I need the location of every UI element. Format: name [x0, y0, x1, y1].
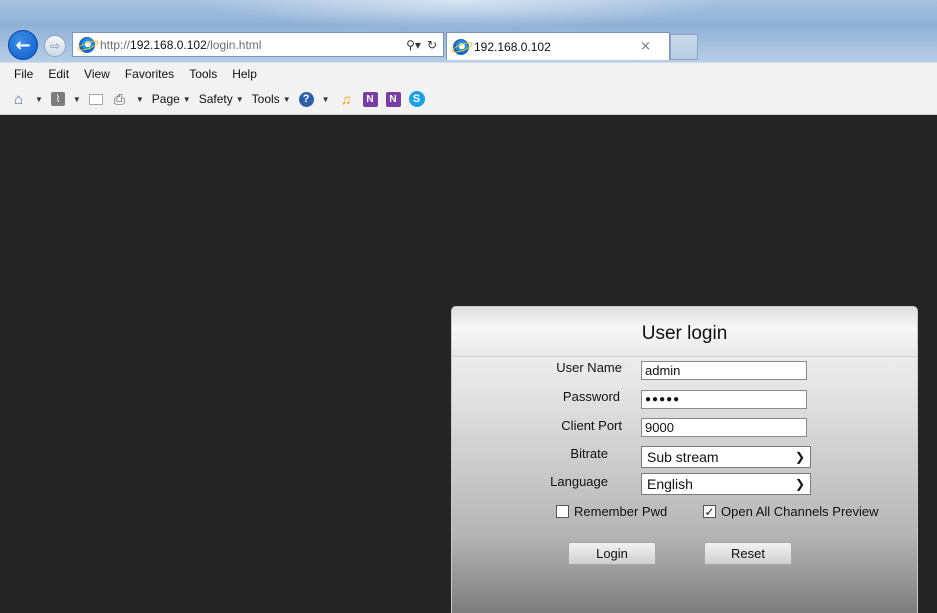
client-port-label: Client Port	[561, 418, 622, 433]
send-to-onenote-icon[interactable]: ♫	[338, 91, 355, 108]
open-all-channels-option[interactable]: ✓ Open All Channels Preview	[703, 504, 879, 519]
help-dropdown-icon[interactable]: ▼	[322, 95, 330, 104]
menu-edit[interactable]: Edit	[48, 67, 69, 81]
menu-favorites[interactable]: Favorites	[125, 67, 174, 81]
username-field[interactable]: admin	[641, 361, 807, 380]
tab-title: 192.168.0.102	[474, 39, 551, 54]
search-icon[interactable]: ⚲▾	[406, 38, 421, 52]
login-header: User login	[452, 307, 917, 357]
remember-pwd-option[interactable]: Remember Pwd	[556, 504, 667, 519]
chevron-down-icon: ▼	[235, 94, 244, 104]
password-label: Password	[562, 389, 620, 404]
tab-close-icon[interactable]: ×	[640, 39, 651, 54]
home-icon[interactable]: ⌂	[10, 91, 27, 108]
command-bar: ⌂ ▼ ⌇ ▼ ⎙ ▼ Page ▼ Safety ▼ Tools ▼ ? ▼ ♫ N…	[0, 84, 937, 115]
login-panel: User login User Name admin Password ●●●●…	[451, 306, 918, 613]
login-title: User login	[641, 323, 728, 344]
bitrate-select[interactable]: Sub stream ❯	[641, 446, 811, 468]
browser-title-bar: ← ⇨ http://192.168.0.102/login.html ⚲▾ ↻…	[0, 0, 937, 62]
tab-favicon-icon	[453, 38, 469, 55]
menu-tools[interactable]: Tools	[189, 67, 217, 81]
tools-menu[interactable]: Tools ▼	[252, 92, 291, 106]
onenote-linked-notes-icon[interactable]: N	[385, 91, 401, 107]
onenote-icon[interactable]: N	[362, 91, 378, 107]
chevron-down-icon: ❯	[794, 450, 805, 464]
language-label: Language	[550, 474, 608, 489]
help-icon[interactable]: ?	[298, 91, 314, 107]
menu-view[interactable]: View	[84, 67, 110, 81]
menu-file[interactable]: File	[14, 67, 33, 81]
arrow-left-icon: ←	[15, 34, 31, 56]
remember-pwd-checkbox[interactable]	[556, 505, 569, 518]
language-select[interactable]: English ❯	[641, 473, 811, 495]
address-prefix: http://	[100, 37, 131, 52]
language-selected-value: English	[647, 476, 693, 492]
client-port-field[interactable]: 9000	[641, 418, 807, 437]
safety-menu-label: Safety	[198, 92, 233, 106]
feeds-dropdown-icon[interactable]: ▼	[73, 95, 81, 104]
tools-menu-label: Tools	[251, 92, 280, 106]
print-dropdown-icon[interactable]: ▼	[136, 95, 144, 104]
browser-tab[interactable]: 192.168.0.102 ×	[446, 32, 670, 60]
forward-button[interactable]: ⇨	[44, 35, 66, 57]
address-host: 192.168.0.102	[130, 37, 207, 52]
mail-icon[interactable]	[88, 93, 103, 105]
bitrate-selected-value: Sub stream	[647, 449, 719, 465]
chevron-down-icon: ▼	[282, 94, 291, 104]
remember-pwd-label: Remember Pwd	[574, 504, 668, 519]
internet-explorer-icon	[79, 36, 95, 53]
username-label: User Name	[556, 360, 622, 375]
print-icon[interactable]: ⎙	[111, 91, 128, 108]
skype-icon[interactable]: S	[408, 91, 425, 107]
home-dropdown-icon[interactable]: ▼	[35, 95, 43, 104]
menu-help[interactable]: Help	[232, 67, 257, 81]
reset-button[interactable]: Reset	[704, 542, 792, 565]
address-bar[interactable]: http://192.168.0.102/login.html ⚲▾ ↻	[72, 32, 444, 57]
page-menu-label: Page	[151, 92, 180, 106]
title-bar-sheen	[200, 0, 720, 30]
page-menu[interactable]: Page ▼	[152, 92, 191, 106]
address-url[interactable]: http://192.168.0.102/login.html	[100, 38, 261, 52]
refresh-icon[interactable]: ↻	[427, 38, 437, 52]
new-tab-button[interactable]	[670, 34, 698, 60]
menu-bar: File Edit View Favorites Tools Help	[0, 62, 937, 84]
open-all-channels-checkbox[interactable]: ✓	[703, 505, 716, 518]
arrow-right-icon: ⇨	[49, 39, 61, 53]
login-button[interactable]: Login	[568, 542, 656, 565]
safety-menu[interactable]: Safety ▼	[199, 92, 244, 106]
bitrate-label: Bitrate	[570, 446, 608, 461]
password-field[interactable]: ●●●●●	[641, 390, 807, 409]
open-all-channels-label: Open All Channels Preview	[721, 504, 879, 519]
chevron-down-icon: ▼	[182, 94, 191, 104]
feeds-icon[interactable]: ⌇	[50, 92, 65, 106]
back-button[interactable]: ←	[8, 30, 38, 60]
chevron-down-icon: ❯	[794, 477, 805, 491]
address-path: /login.html	[206, 37, 262, 52]
